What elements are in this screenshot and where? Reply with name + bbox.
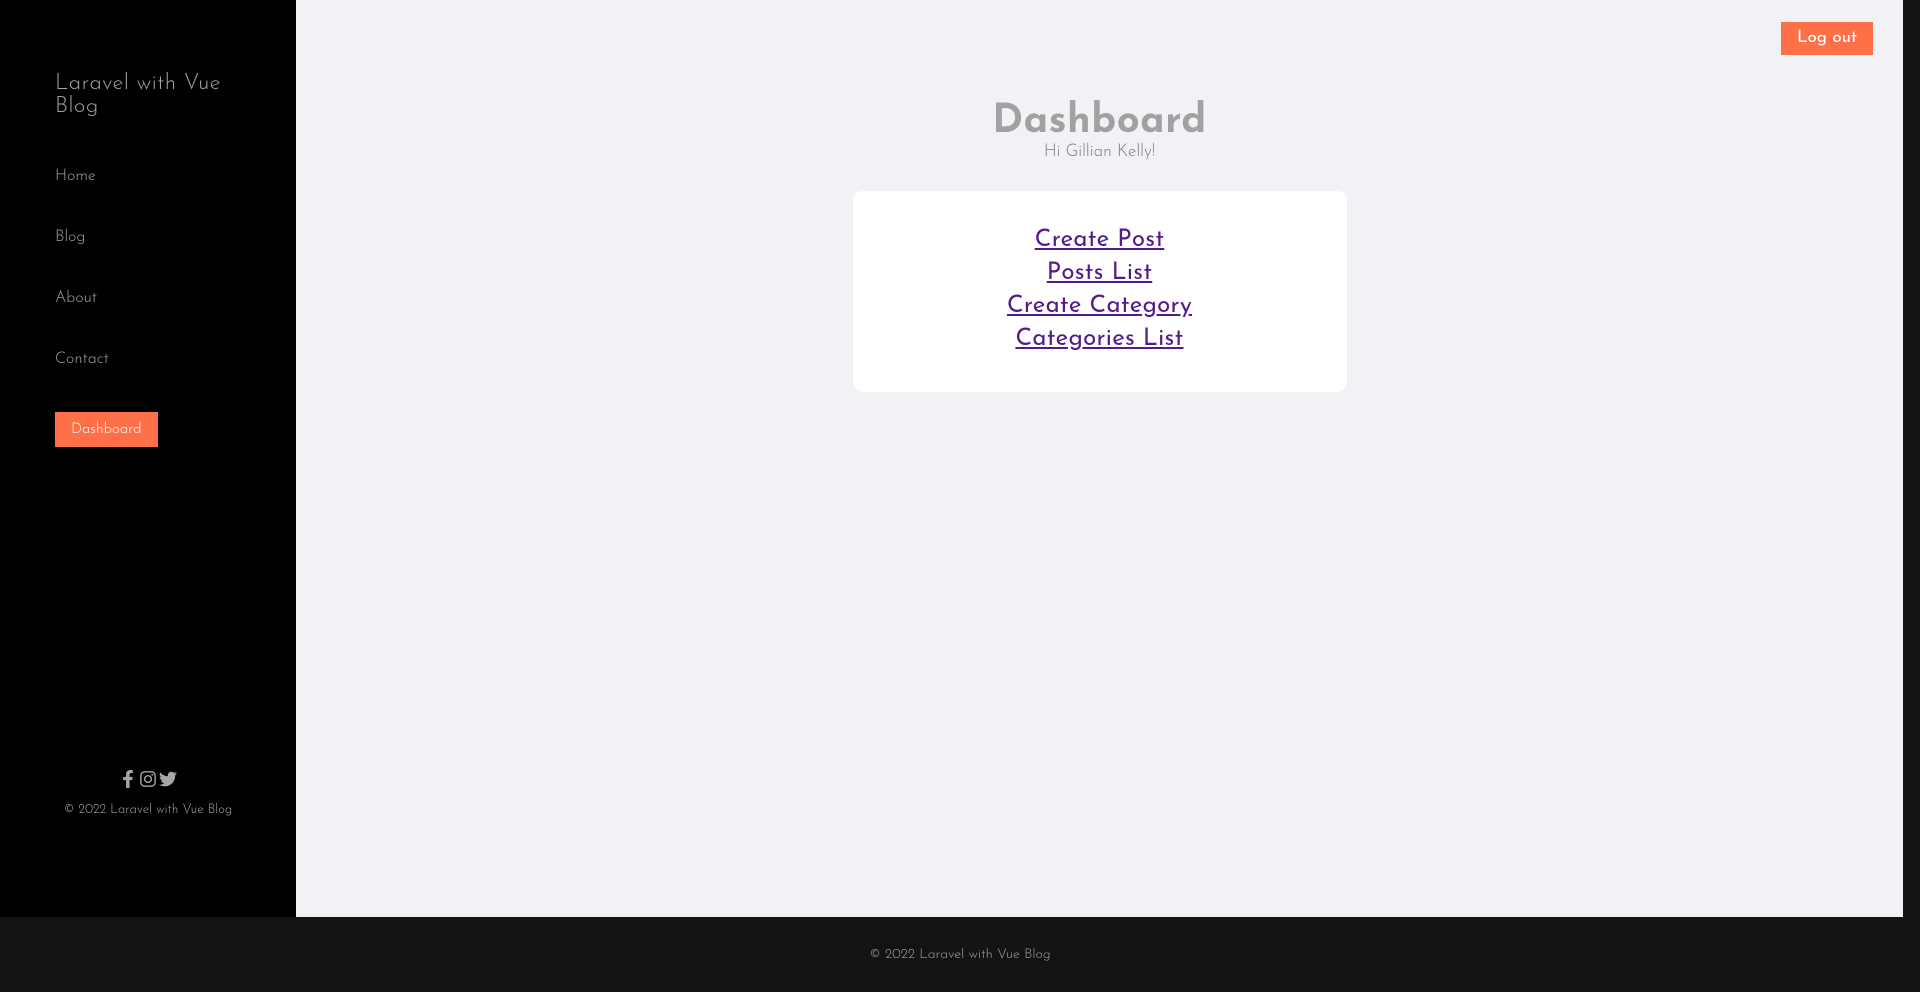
nav-link-about[interactable]: About [55,290,97,306]
dashboard-card: Create Post Posts List Create Category C… [853,191,1347,392]
instagram-icon[interactable] [139,770,157,792]
nav-link-blog[interactable]: Blog [55,229,85,245]
dashboard-button[interactable]: Dashboard [55,412,158,447]
logout-button[interactable]: Log out [1781,22,1873,55]
site-title: Laravel with Vue Blog [55,72,241,118]
nav-list: Home Blog About Contact Dashboard [55,168,241,770]
create-post-link[interactable]: Create Post [893,228,1307,252]
create-category-link[interactable]: Create Category [893,294,1307,318]
sidebar-footer: © 2022 Laravel with Vue Blog [55,770,241,887]
sidebar: Laravel with Vue Blog Home Blog About Co… [0,0,296,917]
nav-link-home[interactable]: Home [55,168,96,184]
footer: © 2022 Laravel with Vue Blog [0,917,1920,992]
dashboard-header: Dashboard Hi Gillian Kelly! [326,102,1873,161]
social-icons [55,770,241,792]
nav-link-contact[interactable]: Contact [55,351,109,367]
page-title: Dashboard [326,102,1873,142]
greeting-text: Hi Gillian Kelly! [326,144,1873,161]
main-content: Log out Dashboard Hi Gillian Kelly! Crea… [296,0,1903,917]
footer-copyright: © 2022 Laravel with Vue Blog [0,947,1920,962]
facebook-icon[interactable] [119,770,137,792]
categories-list-link[interactable]: Categories List [893,327,1307,351]
sidebar-copyright: © 2022 Laravel with Vue Blog [55,804,241,817]
posts-list-link[interactable]: Posts List [893,261,1307,285]
twitter-icon[interactable] [159,770,177,792]
